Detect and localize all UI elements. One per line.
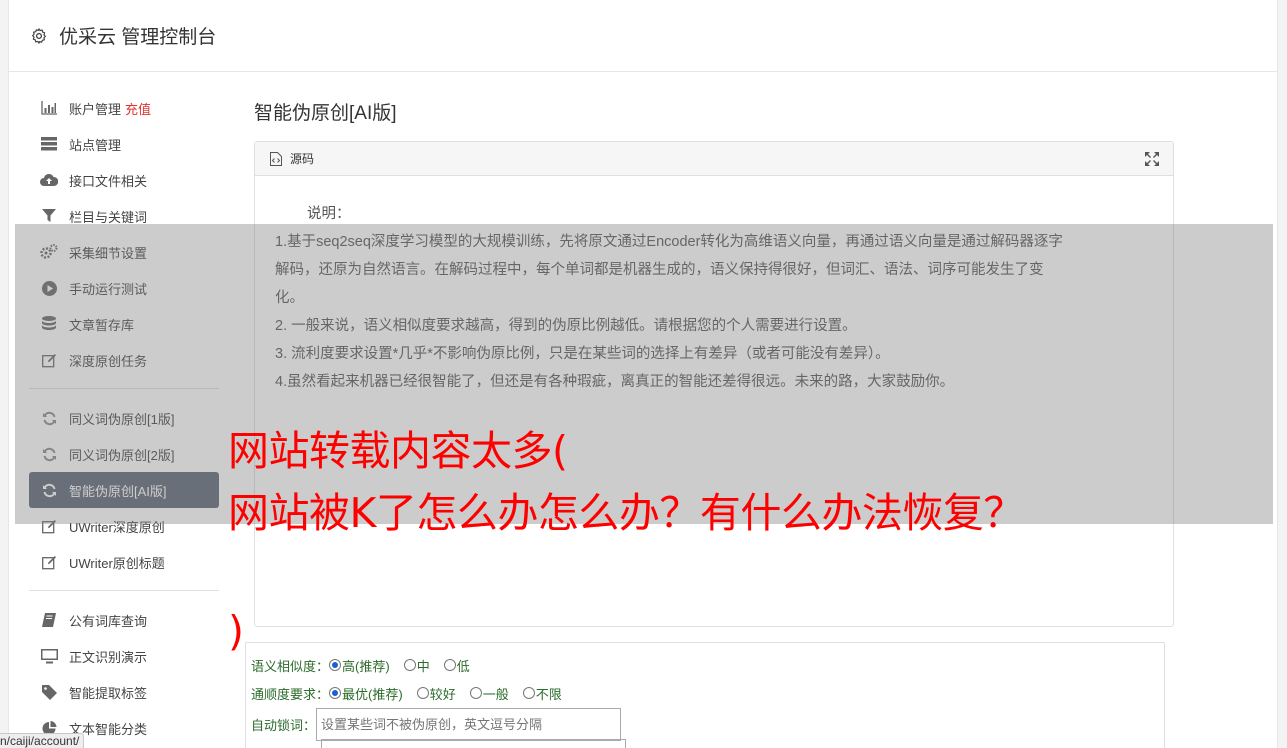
- similarity-low-radio[interactable]: 低: [443, 656, 470, 675]
- similarity-mid-radio[interactable]: 中: [403, 656, 430, 675]
- settings-form: 语义相似度： 高(推荐) 中 低 通顺度要求： 最优(推荐) 较好 一般 不限 …: [245, 642, 1165, 748]
- filter-icon: [40, 207, 58, 225]
- sidebar-divider: [29, 590, 219, 591]
- sidebar-item-label: 智能提取标签: [69, 685, 148, 701]
- monitor-icon: [40, 647, 58, 665]
- sidebar-item-tags[interactable]: 智能提取标签: [29, 674, 219, 710]
- headline-line-1: 网站转载内容太多(: [228, 427, 568, 475]
- sidebar-item-sites[interactable]: 站点管理: [29, 126, 219, 162]
- similarity-high-radio[interactable]: 高(推荐): [329, 656, 390, 675]
- sidebar-item-uwriter-title[interactable]: UWriter原创标题: [29, 544, 219, 580]
- page-title: 智能伪原创[AI版]: [254, 103, 397, 124]
- panel-title: 源码: [290, 152, 315, 166]
- edit-icon: [40, 553, 58, 571]
- fluency-good-radio[interactable]: 较好: [416, 684, 456, 703]
- app-title: 优采云 管理控制台: [59, 27, 217, 48]
- similarity-row: 语义相似度： 高(推荐) 中 低: [251, 651, 1159, 679]
- fullscreen-icon[interactable]: [1145, 152, 1159, 166]
- headline-line-2: 网站被K了怎么办怎么办？有什么办法恢复？: [228, 489, 1024, 537]
- lock-words-input[interactable]: [316, 707, 622, 741]
- sidebar-item-label: 栏目与关键词: [69, 209, 148, 225]
- tag-icon: [40, 683, 58, 701]
- sidebar-item-text-recognition[interactable]: 正文识别演示: [29, 638, 219, 674]
- code-file-icon: [270, 151, 284, 166]
- sidebar-item-label: 正文识别演示: [69, 649, 148, 665]
- server-icon: [40, 135, 58, 153]
- headline-line-3: ): [228, 607, 244, 655]
- sidebar-item-label: 账户管理: [69, 101, 122, 117]
- top-header: 优采云 管理控制台: [9, 0, 1277, 72]
- sidebar-item-label: 公有词库查询: [69, 613, 148, 629]
- secondary-input[interactable]: [321, 739, 626, 748]
- sidebar-item-label: UWriter原创标题: [69, 555, 165, 571]
- overlay-headline: 网站转载内容太多( 网站被K了怎么办怎么办？有什么办法恢复？ ): [228, 420, 1024, 655]
- bar-chart-icon: [40, 99, 58, 117]
- fluency-label: 通顺度要求：: [251, 686, 330, 702]
- lock-row: 自动锁词：: [251, 707, 1159, 741]
- cloud-upload-icon: [40, 171, 58, 189]
- sidebar-item-label: 站点管理: [69, 137, 122, 153]
- fluency-row: 通顺度要求： 最优(推荐) 较好 一般 不限: [251, 679, 1159, 707]
- similarity-label: 语义相似度：: [251, 658, 330, 674]
- book-icon: [40, 611, 58, 629]
- panel-header: 源码: [255, 142, 1173, 176]
- sidebar-item-label: 接口文件相关: [69, 173, 148, 189]
- fluency-any-radio[interactable]: 不限: [522, 684, 562, 703]
- gear-icon[interactable]: [29, 26, 49, 46]
- sidebar-item-interface[interactable]: 接口文件相关: [29, 162, 219, 198]
- sidebar-item-public-dict[interactable]: 公有词库查询: [29, 602, 219, 638]
- status-bar-url: n/caiji/account/: [0, 733, 85, 748]
- lock-label: 自动锁词：: [251, 717, 317, 733]
- fluency-normal-radio[interactable]: 一般: [469, 684, 509, 703]
- fluency-best-radio[interactable]: 最优(推荐): [329, 684, 403, 703]
- recharge-badge[interactable]: 充值: [125, 99, 151, 118]
- sidebar-item-account[interactable]: 账户管理 充值: [29, 90, 219, 126]
